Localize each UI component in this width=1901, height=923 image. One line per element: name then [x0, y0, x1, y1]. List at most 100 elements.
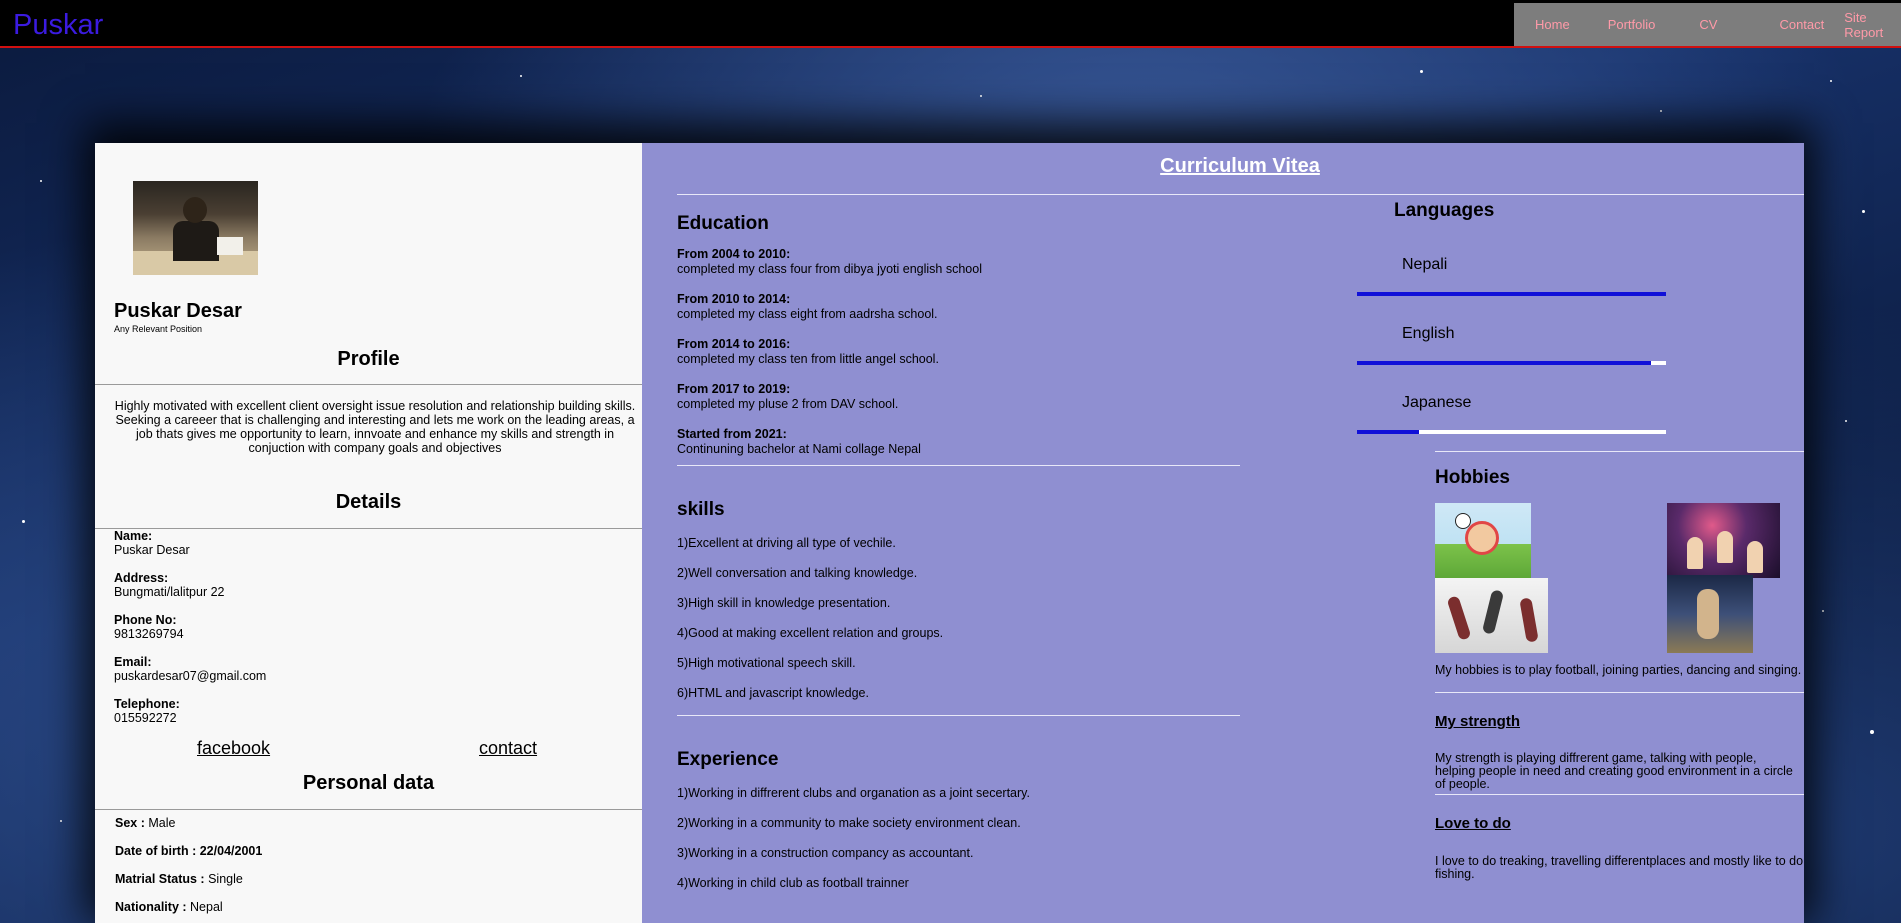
- personal-value: Nepal: [190, 900, 223, 914]
- personal-data-heading: Personal data: [302, 772, 435, 794]
- strength-divider: [1435, 794, 1804, 795]
- person-position: Any Relevant Position: [114, 324, 203, 334]
- education-text: Continuning bachelor at Nami collage Nep…: [677, 442, 921, 456]
- language-bar-nepali: [1357, 292, 1666, 296]
- detail-label: Telephone:: [114, 697, 180, 711]
- skill-item: 6)HTML and javascript knowledge.: [677, 686, 869, 700]
- personal-value: Single: [208, 872, 243, 886]
- profile-text: Highly motivated with excellent client o…: [114, 399, 636, 455]
- detail-telephone: Telephone: 015592272: [114, 697, 180, 725]
- education-text: completed my pluse 2 from DAV school.: [677, 397, 899, 411]
- cv-title-link[interactable]: Curriculum Vitea: [642, 155, 1838, 178]
- love-to-do-heading: Love to do: [1435, 815, 1511, 832]
- profile-divider: [95, 384, 642, 385]
- football-hobby-image: [1435, 503, 1531, 578]
- detail-label: Name:: [114, 529, 153, 543]
- education-text: completed my class four from dibya jyoti…: [677, 262, 982, 276]
- language-name: English: [1402, 325, 1455, 342]
- personal-value: 22/04/2001: [199, 844, 263, 858]
- education-period: Started from 2021:: [677, 427, 787, 441]
- experience-heading: Experience: [677, 749, 779, 770]
- education-item: From 2014 to 2016: completed my class te…: [677, 337, 939, 367]
- personal-label: Date of birth :: [115, 844, 197, 858]
- nav-menu: Home Portfolio CV Contact Site Report: [1514, 3, 1901, 46]
- education-period: From 2004 to 2010:: [677, 247, 791, 261]
- education-period: From 2014 to 2016:: [677, 337, 791, 351]
- dancing-hobby-image: [1435, 578, 1548, 653]
- personal-label: Sex :: [115, 816, 145, 830]
- details-heading: Details: [335, 491, 402, 513]
- skills-heading: skills: [677, 499, 725, 520]
- nav-contact-link[interactable]: Contact: [1779, 17, 1824, 32]
- skill-item: 4)Good at making excellent relation and …: [677, 626, 944, 640]
- education-divider: [677, 465, 1240, 466]
- hobbies-text: My hobbies is to play football, joining …: [1435, 663, 1802, 677]
- experience-item: 1)Working in diffrerent clubs and organa…: [677, 786, 1030, 800]
- skill-item: 2)Well conversation and talking knowledg…: [677, 566, 918, 580]
- education-text: completed my class ten from little angel…: [677, 352, 939, 366]
- detail-value: 9813269794: [114, 627, 184, 641]
- education-item: From 2017 to 2019: completed my pluse 2 …: [677, 382, 898, 412]
- education-text: completed my class eight from aadrsha sc…: [677, 307, 938, 321]
- languages-divider: [1435, 451, 1804, 452]
- brand-logo[interactable]: Puskar: [13, 8, 103, 42]
- detail-value: Puskar Desar: [114, 543, 190, 557]
- right-panel: Curriculum Vitea Education From 2004 to …: [642, 143, 1804, 923]
- language-level-fill: [1357, 430, 1419, 434]
- detail-phone: Phone No: 9813269794: [114, 613, 184, 641]
- top-navbar: Puskar Home Portfolio CV Contact Site Re…: [0, 0, 1901, 48]
- hobbies-divider: [1435, 692, 1804, 693]
- personal-nationality: Nationality : Nepal: [115, 900, 223, 914]
- facebook-link[interactable]: facebook: [197, 738, 270, 759]
- left-panel: Puskar Desar Any Relevant Position Profi…: [95, 143, 642, 923]
- language-name: Nepali: [1402, 256, 1448, 273]
- education-item: From 2010 to 2014: completed my class ei…: [677, 292, 938, 322]
- experience-item: 3)Working in a construction compancy as …: [677, 846, 974, 860]
- profile-heading: Profile: [337, 348, 400, 370]
- personal-label: Matrial Status :: [115, 872, 205, 886]
- personal-dob: Date of birth : 22/04/2001: [115, 844, 262, 858]
- nav-site-report-link[interactable]: Site Report: [1844, 10, 1901, 40]
- title-divider: [677, 194, 1804, 195]
- detail-label: Address:: [114, 571, 169, 585]
- detail-value: Bungmati/lalitpur 22: [114, 585, 225, 599]
- party-hobby-image: [1667, 503, 1780, 578]
- education-heading: Education: [677, 213, 769, 234]
- skill-item: 3)High skill in knowledge presentation.: [677, 596, 891, 610]
- contact-link[interactable]: contact: [479, 738, 537, 759]
- cv-card: Puskar Desar Any Relevant Position Profi…: [95, 143, 1804, 923]
- detail-address: Address: Bungmati/lalitpur 22: [114, 571, 224, 599]
- detail-value: 015592272: [114, 711, 177, 725]
- language-level-fill: [1357, 292, 1666, 296]
- detail-email: Email: puskardesar07@gmail.com: [114, 655, 266, 683]
- education-period: From 2017 to 2019:: [677, 382, 791, 396]
- personal-marital-status: Matrial Status : Single: [115, 872, 243, 886]
- experience-item: 2)Working in a community to make society…: [677, 816, 1021, 830]
- love-to-do-text: I love to do treaking, travelling differ…: [1435, 854, 1804, 881]
- profile-photo: [133, 181, 258, 275]
- personal-label: Nationality :: [115, 900, 187, 914]
- personal-sex: Sex : Male: [115, 816, 175, 830]
- detail-label: Email:: [114, 655, 152, 669]
- singing-hobby-image: [1667, 575, 1753, 653]
- hobbies-heading: Hobbies: [1435, 467, 1510, 488]
- nav-portfolio-link[interactable]: Portfolio: [1608, 17, 1656, 32]
- skill-item: 5)High motivational speech skill.: [677, 656, 856, 670]
- nav-home-link[interactable]: Home: [1535, 17, 1570, 32]
- strength-heading: My strength: [1435, 713, 1521, 730]
- education-period: From 2010 to 2014:: [677, 292, 791, 306]
- language-name: Japanese: [1402, 394, 1472, 411]
- person-name: Puskar Desar: [114, 300, 242, 322]
- personal-value: Male: [148, 816, 176, 830]
- nav-cv-link[interactable]: CV: [1699, 17, 1717, 32]
- detail-label: Phone No:: [114, 613, 177, 627]
- skill-item: 1)Excellent at driving all type of vechi…: [677, 536, 896, 550]
- detail-name: Name: Puskar Desar: [114, 529, 190, 557]
- languages-heading: Languages: [1394, 200, 1495, 221]
- language-level-fill: [1357, 361, 1651, 365]
- language-bar-english: [1357, 361, 1666, 365]
- skills-divider: [677, 715, 1240, 716]
- detail-value: puskardesar07@gmail.com: [114, 669, 267, 683]
- strength-text: My strength is playing diffrerent game, …: [1435, 751, 1793, 791]
- education-item: From 2004 to 2010: completed my class fo…: [677, 247, 982, 277]
